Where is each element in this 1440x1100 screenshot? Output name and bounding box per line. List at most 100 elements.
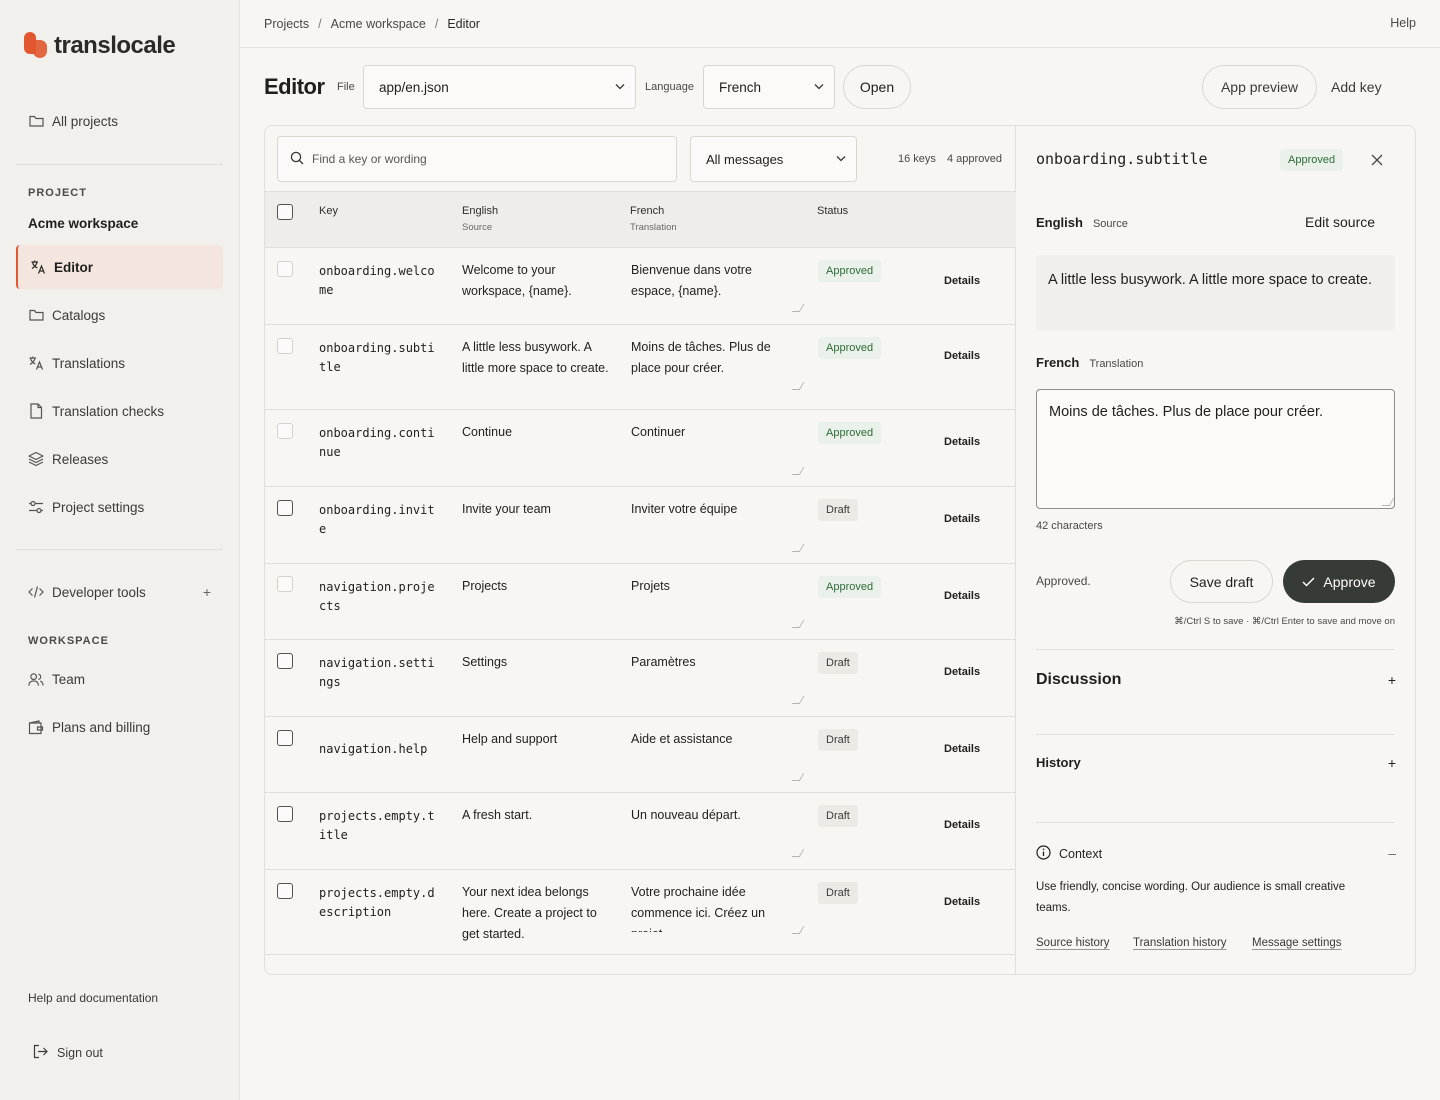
row-french-input[interactable]: Paramètres — [631, 652, 791, 696]
resize-handle-icon[interactable] — [791, 926, 805, 934]
resize-handle-icon[interactable] — [791, 696, 805, 704]
row-french-input[interactable]: Continuer — [631, 422, 791, 466]
context-toggle[interactable]: Context — [1036, 845, 1102, 863]
resize-handle-icon[interactable] — [791, 467, 805, 475]
table-row[interactable]: onboarding.continue Continue Continuer A… — [265, 410, 1016, 487]
row-checkbox[interactable] — [277, 423, 293, 439]
source-history-link[interactable]: Source history — [1036, 937, 1110, 949]
language-select[interactable]: French — [703, 65, 835, 109]
message-settings-link[interactable]: Message settings — [1252, 937, 1342, 949]
translate-icon — [30, 259, 46, 275]
close-icon[interactable] — [1370, 154, 1384, 168]
status-badge: Draft — [818, 729, 858, 751]
shortcut-hint: ⌘/Ctrl S to save · ⌘/Ctrl Enter to save … — [1174, 616, 1395, 627]
translation-textarea[interactable]: Moins de tâches. Plus de place pour crée… — [1036, 389, 1395, 509]
table-row[interactable]: navigation.settings Settings Paramètres … — [265, 640, 1016, 717]
row-checkbox[interactable] — [277, 576, 293, 592]
row-key: onboarding.welcome — [319, 264, 435, 297]
resize-handle-icon[interactable] — [791, 304, 805, 312]
details-button[interactable]: Details — [944, 590, 980, 602]
file-select[interactable]: app/en.json — [363, 65, 636, 109]
details-button[interactable]: Details — [944, 896, 980, 908]
details-button[interactable]: Details — [944, 666, 980, 678]
table-row[interactable]: onboarding.welcome Welcome to your works… — [265, 248, 1016, 325]
sidebar-item-translation-checks[interactable]: Translation checks — [16, 389, 223, 433]
sidebar-divider — [16, 164, 223, 165]
resize-handle-icon[interactable] — [791, 382, 805, 390]
expand-plus-icon[interactable]: + — [1388, 672, 1396, 688]
sidebar-item-releases[interactable]: Releases — [16, 437, 223, 481]
resize-handle-icon[interactable] — [791, 544, 805, 552]
column-english-label: English — [462, 205, 499, 217]
details-button[interactable]: Details — [944, 743, 980, 755]
table-row[interactable]: projects.empty.description Your next ide… — [265, 870, 1016, 955]
save-draft-button[interactable]: Save draft — [1170, 560, 1273, 603]
details-button[interactable]: Details — [944, 819, 980, 831]
expand-plus-icon[interactable]: + — [1388, 755, 1396, 771]
sidebar-item-catalogs[interactable]: Catalogs — [16, 293, 223, 337]
details-button[interactable]: Details — [944, 350, 980, 362]
expand-plus-icon[interactable]: + — [203, 584, 211, 600]
discussion-toggle[interactable]: Discussion — [1036, 671, 1121, 689]
sidebar-item-editor[interactable]: Editor — [16, 245, 223, 289]
row-checkbox[interactable] — [277, 653, 293, 669]
table-row[interactable]: onboarding.subtitle A little less busywo… — [265, 325, 1016, 410]
breadcrumb-workspace[interactable]: Acme workspace — [331, 17, 426, 31]
details-button[interactable]: Details — [944, 436, 980, 448]
sidebar-item-developer-tools[interactable]: Developer tools + — [16, 570, 223, 614]
sign-out-button[interactable]: Sign out — [33, 1044, 103, 1062]
resize-handle-icon[interactable] — [791, 620, 805, 628]
row-checkbox[interactable] — [277, 338, 293, 354]
add-key-button[interactable]: Add key — [1331, 79, 1382, 95]
row-french-input[interactable]: Projets — [631, 576, 791, 620]
row-checkbox[interactable] — [277, 883, 293, 899]
resize-handle-icon[interactable] — [791, 773, 805, 781]
help-link[interactable]: Help — [1390, 16, 1416, 30]
row-checkbox[interactable] — [277, 806, 293, 822]
row-checkbox[interactable] — [277, 261, 293, 277]
table-row[interactable]: projects.empty.title A fresh start. Un n… — [265, 793, 1016, 870]
resize-handle-icon[interactable] — [791, 849, 805, 857]
row-english: Projects — [462, 579, 508, 593]
approve-button[interactable]: Approve — [1283, 560, 1395, 603]
history-toggle[interactable]: History — [1036, 755, 1081, 770]
sidebar-item-translations[interactable]: Translations — [16, 341, 223, 385]
row-french-input[interactable]: Aide et assistance — [631, 729, 791, 773]
row-french-input[interactable]: Inviter votre équipe — [631, 499, 791, 543]
sidebar-item-team[interactable]: Team — [16, 657, 223, 701]
row-english: A little less busywork. A little more sp… — [462, 340, 609, 375]
app-preview-button[interactable]: App preview — [1202, 65, 1317, 109]
search-input[interactable]: Find a key or wording — [277, 136, 677, 182]
row-french-input[interactable]: Votre prochaine idée commence ici. Créez… — [631, 882, 791, 932]
breadcrumb-projects[interactable]: Projects — [264, 17, 309, 31]
row-checkbox[interactable] — [277, 500, 293, 516]
sidebar-item-label: Releases — [52, 451, 109, 467]
sidebar-item-all-projects[interactable]: All projects — [16, 99, 223, 143]
approval-state-text: Approved. — [1036, 574, 1091, 588]
sidebar-item-label: Plans and billing — [52, 719, 151, 735]
table-row[interactable]: navigation.projects Projects Projets App… — [265, 564, 1016, 640]
edit-source-button[interactable]: Edit source — [1305, 214, 1375, 230]
row-french-input[interactable]: Bienvenue dans votre espace, {name}. — [631, 260, 791, 304]
table-row[interactable]: navigation.help Help and support Aide et… — [265, 717, 1016, 793]
table-row[interactable]: onboarding.invite Invite your team Invit… — [265, 487, 1016, 564]
translation-history-link[interactable]: Translation history — [1133, 937, 1227, 949]
row-checkbox[interactable] — [277, 730, 293, 746]
row-french-input[interactable]: Moins de tâches. Plus de place pour crée… — [631, 337, 791, 381]
sidebar-item-project-settings[interactable]: Project settings — [16, 485, 223, 529]
details-button[interactable]: Details — [944, 275, 980, 287]
select-all-checkbox[interactable] — [277, 204, 293, 220]
info-icon — [1036, 845, 1051, 863]
details-button[interactable]: Details — [944, 513, 980, 525]
collapse-minus-icon[interactable]: – — [1388, 845, 1396, 861]
project-section-label: PROJECT — [28, 187, 87, 199]
open-button[interactable]: Open — [843, 65, 911, 109]
help-documentation-link[interactable]: Help and documentation — [28, 991, 158, 1005]
project-name[interactable]: Acme workspace — [28, 216, 138, 231]
sidebar-item-label: All projects — [52, 113, 119, 129]
row-french-input[interactable]: Un nouveau départ. — [631, 805, 791, 849]
message-filter-select[interactable]: All messages — [690, 136, 857, 182]
brand-logo[interactable]: translocale — [24, 32, 176, 60]
sidebar-item-label: Translations — [52, 355, 126, 371]
sidebar-item-plans-billing[interactable]: Plans and billing — [16, 705, 223, 749]
